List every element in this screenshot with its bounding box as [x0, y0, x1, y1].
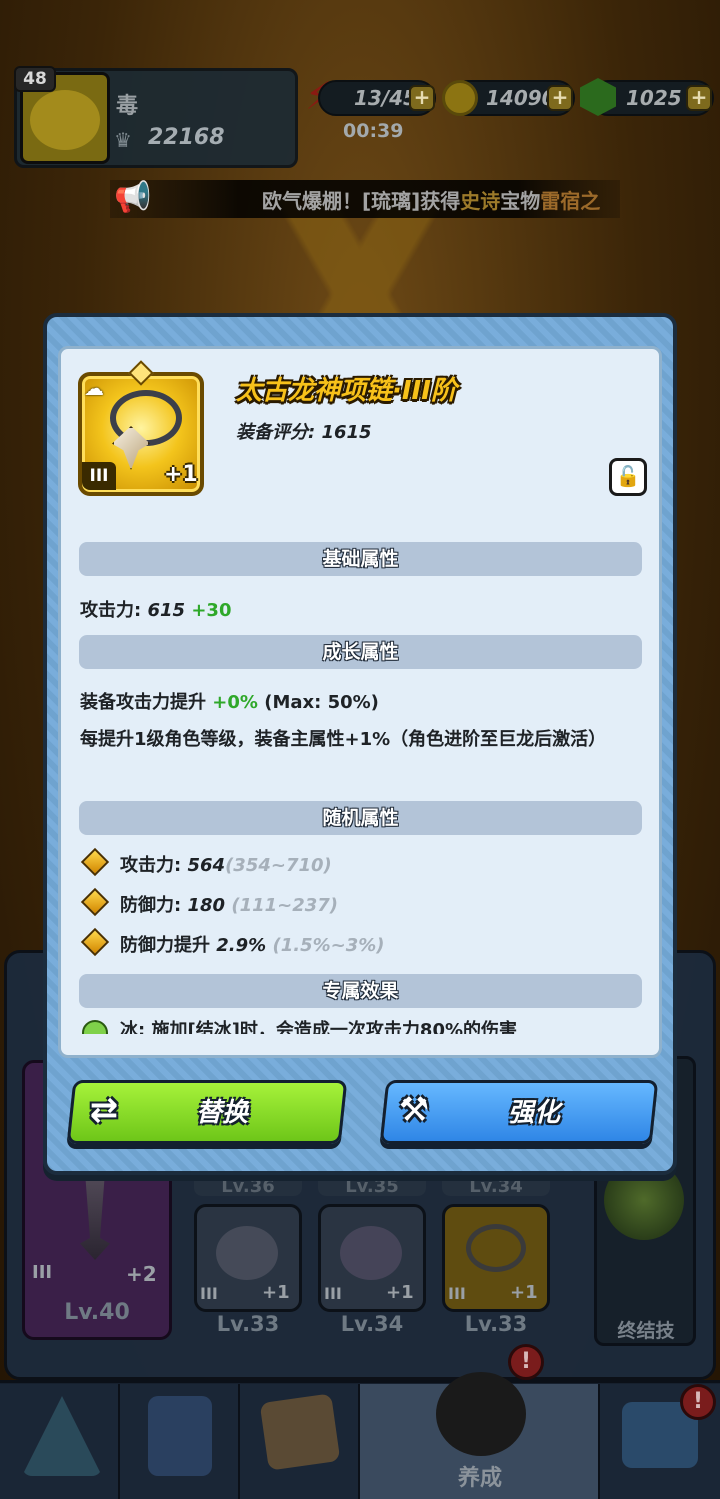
- random-stat-label: 防御力提升: [120, 935, 210, 956]
- ultimate-label: 终结技: [617, 1320, 675, 1342]
- slot-tier-3: III: [448, 1284, 466, 1303]
- enhance-button-label: 强化: [508, 1098, 561, 1128]
- slot-tier-2: III: [324, 1284, 342, 1303]
- slot-level-2: Lv.34: [340, 1312, 404, 1336]
- coin-add-button[interactable]: +: [547, 85, 573, 111]
- growth-attack-label: 装备攻击力提升: [80, 692, 206, 713]
- random-stat-range: (111~237): [231, 895, 339, 916]
- random-stat-range: (354~710): [225, 855, 332, 876]
- exclusive-effect-text: 冰: 施加[结冰]时，会造成一次攻击力80%的伤害: [120, 1020, 518, 1034]
- ticker-rarity: 史诗: [460, 189, 501, 213]
- growth-description: 每提升1级角色等级，装备主属性+1%（角色进阶至巨龙后激活）: [80, 729, 607, 750]
- base-attack-label: 攻击力:: [80, 600, 142, 621]
- equipped-icon: ☁: [84, 376, 104, 400]
- random-stat-value: 2.9%: [216, 935, 267, 956]
- player-level-badge: 48: [14, 66, 56, 92]
- base-attack-value: 615: [147, 600, 186, 621]
- coin-value: 14090: [486, 86, 556, 110]
- slot-plus-1: +1: [262, 1282, 290, 1303]
- slot-top-level-3: Lv.34: [442, 1176, 550, 1196]
- growth-attack-stat: 装备攻击力提升 +0% (Max: 50%): [80, 688, 379, 714]
- weapon-tier: III: [32, 1262, 53, 1283]
- score-value: 1615: [321, 422, 372, 443]
- energy-add-button[interactable]: +: [409, 85, 435, 111]
- section-random-attributes: 随机属性: [79, 801, 642, 835]
- gloves-icon: [216, 1226, 278, 1280]
- ice-element-icon: [82, 1020, 108, 1034]
- growth-attack-max: (Max: 50%): [264, 692, 379, 713]
- necklace-small-icon: [466, 1224, 526, 1272]
- replace-button-label: 替换: [196, 1098, 249, 1128]
- gem-value: 1025: [626, 86, 682, 110]
- energy-value: 13/45: [354, 86, 417, 110]
- section-base-attributes: 基础属性: [79, 542, 642, 576]
- megaphone-icon: 📢: [114, 180, 152, 215]
- slot-level-3: Lv.33: [464, 1312, 528, 1336]
- slot-level-1: Lv.33: [216, 1312, 280, 1336]
- player-power: 22168: [148, 125, 225, 150]
- random-stat-1: 攻击力: 564(354~710): [120, 851, 332, 877]
- hero-icon: [436, 1372, 526, 1456]
- upgrade-shield-icon: [148, 1396, 212, 1476]
- section-growth-attributes: 成长属性: [79, 635, 642, 669]
- slot-plus-3: +1: [510, 1282, 538, 1303]
- ticker-middle: 宝物: [500, 189, 541, 213]
- nav-label-develop: 养成: [457, 1466, 502, 1491]
- score-label: 装备评分:: [236, 422, 316, 443]
- power-icon: ♛: [114, 128, 132, 152]
- base-attack-bonus: +30: [191, 600, 232, 621]
- exclusive-effect-clip: 冰: 施加[结冰]时，会造成一次攻击力80%的伤害: [80, 1018, 640, 1034]
- slot-top-level-2: Lv.35: [318, 1176, 426, 1196]
- item-score: 装备评分: 1615: [236, 418, 372, 444]
- ticker-text: 欧气爆棚！[琉璃]获得史诗宝物雷宿之: [262, 185, 614, 214]
- hammer-icon: ⚒: [398, 1090, 430, 1130]
- random-stat-3: 防御力提升 2.9% (1.5%~3%): [120, 931, 385, 957]
- weapon-plus: +2: [126, 1262, 157, 1286]
- random-stat-2: 防御力: 180 (111~237): [120, 891, 338, 917]
- lock-toggle-button[interactable]: 🔓: [609, 458, 647, 496]
- random-stat-label: 防御力:: [120, 895, 182, 916]
- slot-top-level-1: Lv.36: [194, 1176, 302, 1196]
- random-stat-range: (1.5%~3%): [272, 935, 385, 956]
- random-stat-value: 180: [187, 895, 226, 916]
- unlock-icon: 🔓: [615, 464, 641, 488]
- player-name: 毒: [116, 94, 139, 119]
- avatar-face: [30, 90, 100, 150]
- shop-notification-badge: !: [680, 1384, 716, 1420]
- section-exclusive-effect: 专属效果: [79, 974, 642, 1008]
- ticker-prefix: 欧气爆棚！[琉璃]获得: [262, 189, 461, 213]
- slot-tier-1: III: [200, 1284, 218, 1303]
- slot-plus-2: +1: [386, 1282, 414, 1303]
- gem-add-button[interactable]: +: [686, 85, 712, 111]
- swap-icon: ⇄: [89, 1090, 119, 1130]
- weapon-level: Lv.40: [64, 1300, 130, 1325]
- item-title: 太古龙神项链·III阶: [236, 376, 457, 406]
- item-tier-badge: III: [82, 462, 116, 490]
- ticker-item: 雷宿之: [540, 189, 601, 213]
- random-stat-value: 564: [187, 855, 226, 876]
- coin-icon: [442, 80, 478, 116]
- develop-notification-badge: !: [508, 1344, 544, 1380]
- growth-attack-bonus: +0%: [212, 692, 258, 713]
- energy-timer: 00:39: [343, 120, 404, 142]
- boots-icon: [340, 1226, 402, 1280]
- map-icon: [259, 1393, 341, 1471]
- base-attack-stat: 攻击力: 615 +30: [80, 596, 231, 622]
- item-plus-level: +1: [164, 462, 198, 487]
- random-stat-label: 攻击力:: [120, 855, 182, 876]
